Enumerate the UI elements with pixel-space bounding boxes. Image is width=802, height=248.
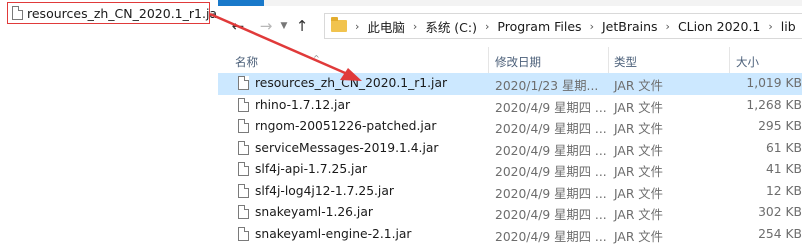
file-icon — [238, 226, 249, 241]
file-size: 295 KB — [758, 119, 802, 133]
file-date: 2020/4/9 星期四 ... — [495, 208, 607, 222]
file-name: rngom-20051226-patched.jar — [255, 119, 437, 133]
folder-icon — [331, 17, 347, 32]
column-divider[interactable] — [608, 47, 609, 73]
file-row[interactable]: snakeyaml-engine-2.1.jar 2020/4/9 星期四 ..… — [218, 224, 802, 246]
sort-ascending-icon: ^ — [313, 54, 320, 63]
file-date: 2020/4/9 星期四 ... — [495, 165, 607, 179]
recent-locations-chevron-icon[interactable]: ▼ — [276, 11, 292, 41]
file-row[interactable]: resources_zh_CN_2020.1_r1.jar 2020/1/23 … — [218, 73, 802, 95]
file-icon — [238, 76, 249, 90]
file-icon — [12, 6, 23, 20]
file-size: 41 KB — [765, 162, 802, 176]
breadcrumb-system-c[interactable]: 系统 (C:) — [425, 17, 477, 36]
file-date: 2020/4/9 星期四 ... — [495, 229, 607, 244]
chevron-right-icon[interactable]: › — [355, 20, 359, 33]
chevron-right-icon[interactable]: › — [768, 20, 772, 33]
breadcrumb-this-pc[interactable]: 此电脑 — [367, 17, 405, 36]
file-name: slf4j-log4j12-1.7.25.jar — [255, 183, 394, 198]
file-name: snakeyaml-engine-2.1.jar — [255, 226, 412, 241]
file-type: JAR 文件 — [614, 143, 663, 158]
file-size: 61 KB — [765, 140, 802, 155]
address-bar[interactable]: › 此电脑 › 系统 (C:) › Program Files › JetBra… — [324, 13, 802, 39]
file-name: slf4j-api-1.7.25.jar — [255, 162, 368, 176]
column-divider[interactable] — [729, 47, 730, 73]
chevron-right-icon[interactable]: › — [485, 20, 489, 33]
column-size[interactable]: 大小 — [736, 54, 759, 70]
file-type: JAR 文件 — [614, 186, 663, 201]
file-size: 12 KB — [765, 183, 802, 198]
breadcrumb-program-files[interactable]: Program Files — [497, 19, 581, 34]
file-date: 2020/4/9 星期四 ... — [495, 122, 607, 136]
file-list: resources_zh_CN_2020.1_r1.jar 2020/1/23 … — [218, 73, 802, 245]
file-row[interactable]: snakeyaml-1.26.jar 2020/4/9 星期四 ... JAR … — [218, 202, 802, 224]
file-icon — [238, 97, 249, 112]
column-name[interactable]: 名称 — [235, 54, 258, 70]
forward-arrow-icon[interactable]: → — [256, 11, 276, 41]
column-date[interactable]: 修改日期 — [495, 54, 541, 70]
chevron-right-icon[interactable]: › — [590, 20, 594, 33]
file-name: rhino-1.7.12.jar — [255, 97, 351, 112]
file-icon — [238, 183, 249, 198]
file-icon — [238, 140, 249, 155]
column-type[interactable]: 类型 — [614, 54, 637, 70]
file-icon — [238, 162, 249, 176]
file-size: 1,019 KB — [746, 76, 802, 90]
file-row[interactable]: rhino-1.7.12.jar 2020/4/9 星期四 ... JAR 文件… — [218, 95, 802, 117]
chevron-right-icon[interactable]: › — [413, 20, 417, 33]
file-size: 302 KB — [758, 205, 802, 219]
file-row[interactable]: slf4j-api-1.7.25.jar 2020/4/9 星期四 ... JA… — [218, 159, 802, 181]
navigation-bar: ← → ▼ ↑ › 此电脑 › 系统 (C:) › Program Files … — [218, 6, 802, 46]
dragged-file[interactable]: resources_zh_CN_2020.1_r1.jar — [7, 2, 222, 24]
column-divider[interactable] — [488, 47, 489, 73]
up-arrow-icon[interactable]: ↑ — [292, 11, 312, 41]
breadcrumb-lib[interactable]: lib — [781, 19, 796, 34]
file-date: 2020/4/9 星期四 ... — [495, 143, 607, 158]
file-size: 254 KB — [758, 226, 802, 241]
file-type: JAR 文件 — [614, 100, 663, 115]
file-row[interactable]: rngom-20051226-patched.jar 2020/4/9 星期四 … — [218, 116, 802, 138]
file-type: JAR 文件 — [614, 122, 663, 136]
back-arrow-icon[interactable]: ← — [228, 11, 248, 41]
column-headers: ^ 名称 修改日期 类型 大小 — [218, 47, 802, 73]
file-type: JAR 文件 — [614, 165, 663, 179]
file-type: JAR 文件 — [614, 229, 663, 244]
breadcrumb-clion[interactable]: CLion 2020.1 — [678, 19, 760, 34]
file-icon — [238, 119, 249, 133]
file-name: snakeyaml-1.26.jar — [255, 205, 373, 219]
file-size: 1,268 KB — [746, 97, 802, 112]
dragged-file-name: resources_zh_CN_2020.1_r1.jar — [27, 5, 223, 21]
file-name: resources_zh_CN_2020.1_r1.jar — [255, 76, 448, 90]
file-type: JAR 文件 — [614, 79, 663, 93]
chevron-right-icon[interactable]: › — [666, 20, 670, 33]
file-icon — [238, 205, 249, 219]
file-date: 2020/4/9 星期四 ... — [495, 186, 607, 201]
file-explorer-window: ← → ▼ ↑ › 此电脑 › 系统 (C:) › Program Files … — [218, 0, 802, 248]
file-row[interactable]: slf4j-log4j12-1.7.25.jar 2020/4/9 星期四 ..… — [218, 181, 802, 203]
breadcrumb-jetbrains[interactable]: JetBrains — [602, 19, 658, 34]
file-date: 2020/4/9 星期四 ... — [495, 100, 607, 115]
file-row[interactable]: serviceMessages-2019.1.4.jar 2020/4/9 星期… — [218, 138, 802, 160]
file-type: JAR 文件 — [614, 208, 663, 222]
file-name: serviceMessages-2019.1.4.jar — [255, 140, 439, 155]
file-date: 2020/1/23 星期... — [495, 79, 599, 93]
